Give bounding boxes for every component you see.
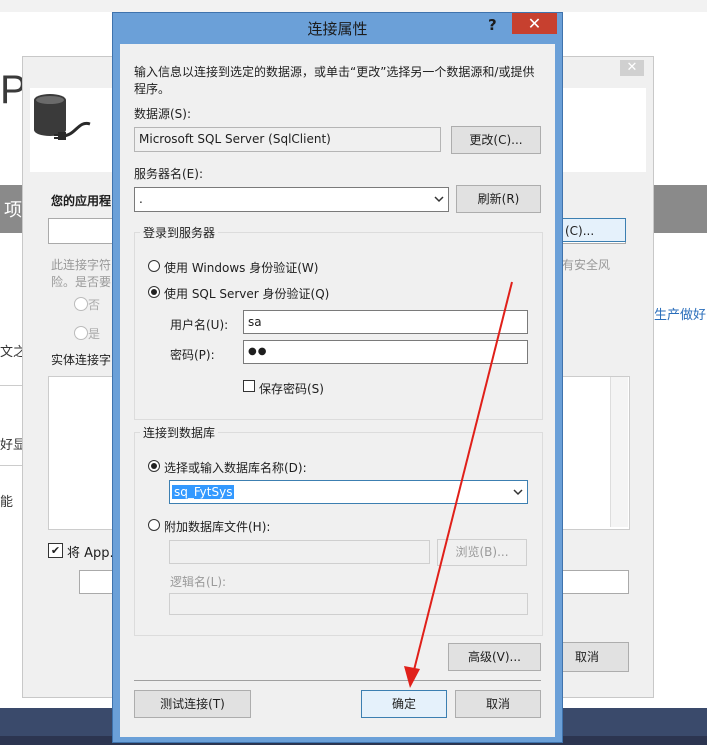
test-connection-button[interactable]: 测试连接(T) xyxy=(134,690,251,718)
background-top-strip xyxy=(0,0,707,12)
instruction-line2: 程序。 xyxy=(134,82,171,96)
datasource-label: 数据源(S): xyxy=(134,107,192,121)
server-name-combo[interactable]: . xyxy=(134,187,449,212)
wizard-description-line2: 险。是否要 xyxy=(51,275,112,289)
wizard-new-connection-button[interactable]: (C)... xyxy=(560,218,626,242)
login-group-title: 登录到服务器 xyxy=(140,224,219,241)
password-label: 密码(P): xyxy=(170,348,215,362)
change-datasource-button[interactable]: 更改(C)... xyxy=(451,126,541,154)
wizard-scrollbar[interactable] xyxy=(610,377,628,527)
password-input[interactable]: ●● xyxy=(243,340,528,364)
cancel-button[interactable]: 取消 xyxy=(455,690,541,718)
attach-file-input xyxy=(169,540,430,564)
advanced-button[interactable]: 高级(V)... xyxy=(448,643,541,671)
wizard-radio-yes-label: 是 xyxy=(88,327,101,341)
chevron-down-icon[interactable] xyxy=(513,488,523,496)
browse-button[interactable]: 浏览(B)... xyxy=(437,539,527,566)
wizard-description-right: 有安全风 xyxy=(562,258,611,272)
save-password-checkbox[interactable] xyxy=(243,380,255,392)
chevron-down-icon[interactable] xyxy=(434,195,444,203)
windows-auth-label: 使用 Windows 身份验证(W) xyxy=(164,261,319,275)
logical-name-input xyxy=(169,593,528,615)
attach-file-radio[interactable] xyxy=(148,519,160,531)
database-name-value: sq_FytSys xyxy=(172,485,235,499)
wizard-radio-no-label: 否 xyxy=(88,298,101,312)
close-button[interactable]: ✕ xyxy=(512,13,557,34)
help-icon[interactable]: ? xyxy=(488,16,497,34)
dialog-separator xyxy=(134,680,541,681)
logical-name-label: 逻辑名(L): xyxy=(170,575,227,589)
sql-auth-label: 使用 SQL Server 身份验证(Q) xyxy=(164,287,330,301)
background-band-text: 项 xyxy=(4,200,22,221)
sql-auth-radio[interactable] xyxy=(148,286,160,298)
background-right-link[interactable]: 生产做好 xyxy=(654,304,706,323)
wizard-description-line1: 此连接字符 xyxy=(51,258,112,272)
server-name-label: 服务器名(E): xyxy=(134,167,203,181)
server-name-value: . xyxy=(139,192,143,206)
username-input[interactable]: sa xyxy=(243,310,528,334)
database-name-combo[interactable]: sq_FytSys xyxy=(169,480,528,504)
ok-button[interactable]: 确定 xyxy=(361,690,447,718)
database-group-title: 连接到数据库 xyxy=(140,424,219,441)
wizard-app-label: 您的应用程 xyxy=(51,194,112,208)
save-password-label: 保存密码(S) xyxy=(259,382,324,396)
wizard-close-button[interactable]: ✕ xyxy=(620,60,644,76)
wizard-radio-yes[interactable] xyxy=(74,326,88,340)
attach-file-label: 附加数据库文件(H): xyxy=(164,520,271,534)
wizard-radio-no[interactable] xyxy=(74,297,88,311)
refresh-button[interactable]: 刷新(R) xyxy=(456,185,541,213)
select-database-label: 选择或输入数据库名称(D): xyxy=(164,461,307,475)
datasource-field: Microsoft SQL Server (SqlClient) xyxy=(134,127,441,152)
background-divider xyxy=(0,385,22,386)
wizard-save-checkbox[interactable]: ✔ xyxy=(48,543,63,558)
database-connection-icon xyxy=(34,94,91,140)
instruction-line1: 输入信息以连接到选定的数据源，或单击“更改”选择另一个数据源和/或提供 xyxy=(134,65,535,79)
background-fragment-3: 能 xyxy=(0,495,14,510)
wizard-entity-label: 实体连接字 xyxy=(51,353,112,367)
username-label: 用户名(U): xyxy=(170,318,229,332)
background-divider xyxy=(0,465,22,466)
windows-auth-radio[interactable] xyxy=(148,260,160,272)
select-database-radio[interactable] xyxy=(148,460,160,472)
